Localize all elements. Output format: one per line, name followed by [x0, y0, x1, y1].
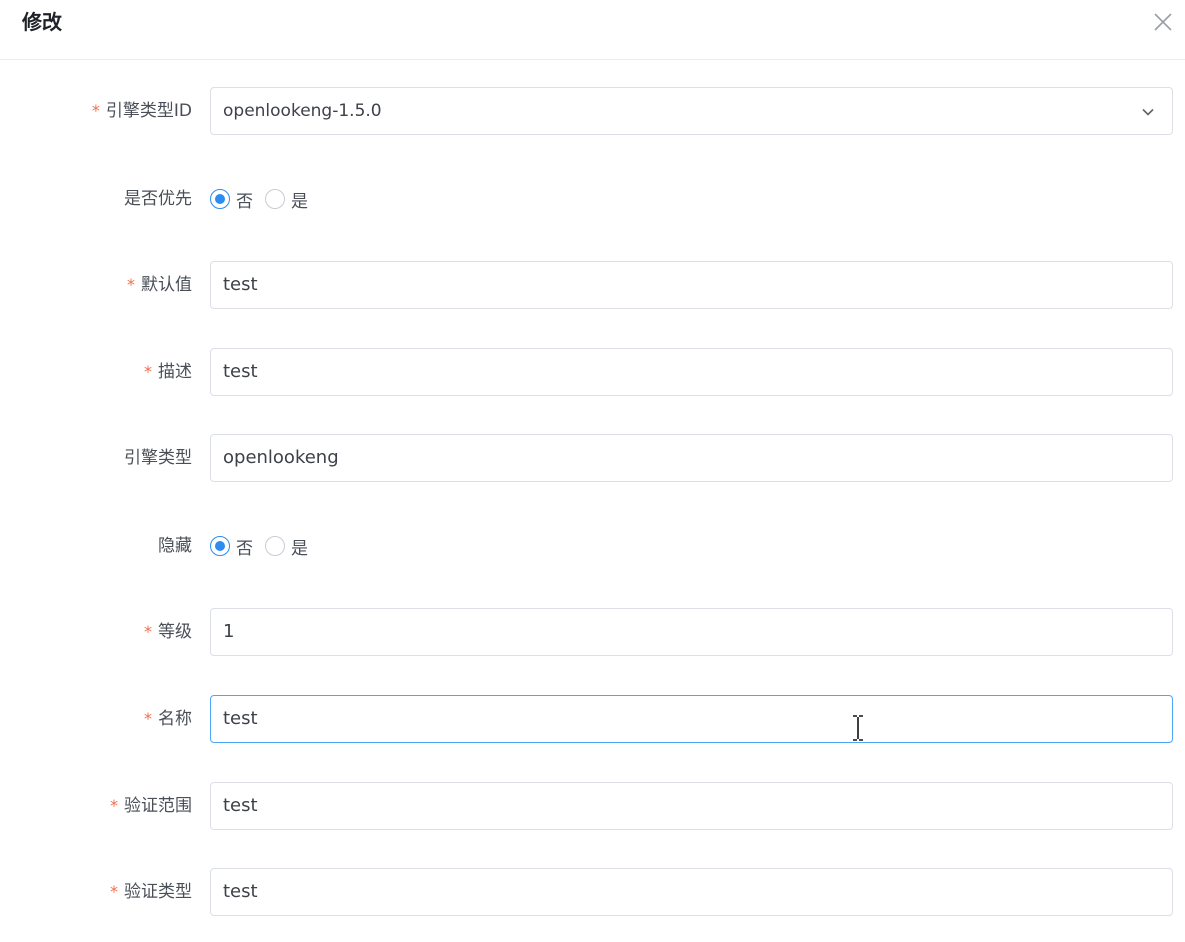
required-mark: *: [144, 622, 152, 641]
hidden-radio-no[interactable]: 否: [210, 534, 253, 559]
required-mark: *: [110, 796, 118, 815]
radio-checked-icon: [210, 536, 230, 556]
validation-range-label: * 验证范围: [110, 796, 192, 816]
required-mark: *: [127, 275, 135, 294]
description-input[interactable]: test: [210, 348, 1173, 396]
required-mark: *: [110, 882, 118, 901]
validation-type-label: * 验证类型: [110, 882, 192, 902]
name-input[interactable]: test: [210, 695, 1173, 743]
radio-unchecked-icon: [265, 189, 285, 209]
form-row-default-value: * 默认值 test: [0, 261, 1185, 309]
engine-type-input[interactable]: openlookeng: [210, 434, 1173, 482]
radio-unchecked-icon: [265, 536, 285, 556]
required-mark: *: [144, 709, 152, 728]
engine-type-label: 引擎类型: [124, 448, 192, 468]
form-row-name: * 名称 test: [0, 695, 1185, 743]
name-label: * 名称: [144, 709, 192, 729]
engine-type-id-label: * 引擎类型ID: [91, 101, 192, 121]
form-row-is-priority: 是否优先 否 是: [0, 175, 1185, 223]
validation-type-input[interactable]: test: [210, 868, 1173, 916]
engine-type-id-select[interactable]: openlookeng-1.5.0: [210, 87, 1173, 135]
dialog-header: 修改: [0, 0, 1185, 60]
is-priority-radio-no[interactable]: 否: [210, 187, 253, 212]
dialog-title: 修改: [22, 10, 62, 34]
level-input[interactable]: 1: [210, 608, 1173, 656]
form-row-engine-type: 引擎类型 openlookeng: [0, 434, 1185, 482]
radio-checked-icon: [210, 189, 230, 209]
hidden-radio-group: 否 是: [210, 522, 320, 570]
default-value-input[interactable]: test: [210, 261, 1173, 309]
validation-range-input[interactable]: test: [210, 782, 1173, 830]
is-priority-label: 是否优先: [124, 189, 192, 209]
is-priority-radio-group: 否 是: [210, 175, 320, 223]
hidden-radio-yes[interactable]: 是: [265, 534, 308, 559]
default-value-label: * 默认值: [127, 275, 192, 295]
engine-type-id-value: openlookeng-1.5.0: [223, 101, 382, 121]
form-row-level: * 等级 1: [0, 608, 1185, 656]
form-row-hidden: 隐藏 否 是: [0, 522, 1185, 570]
chevron-down-icon: [1142, 108, 1154, 116]
required-mark: *: [91, 101, 100, 120]
level-label: * 等级: [144, 622, 192, 642]
hidden-label: 隐藏: [158, 536, 192, 556]
is-priority-radio-yes[interactable]: 是: [265, 187, 308, 212]
form-row-validation-type: * 验证类型 test: [0, 868, 1185, 916]
required-mark: *: [144, 362, 152, 381]
close-icon[interactable]: [1150, 9, 1176, 35]
form-row-validation-range: * 验证范围 test: [0, 782, 1185, 830]
form-row-engine-type-id: * 引擎类型ID openlookeng-1.5.0: [0, 87, 1185, 135]
text-cursor-icon: [853, 714, 863, 742]
description-label: * 描述: [144, 362, 192, 382]
form-row-description: * 描述 test: [0, 348, 1185, 396]
